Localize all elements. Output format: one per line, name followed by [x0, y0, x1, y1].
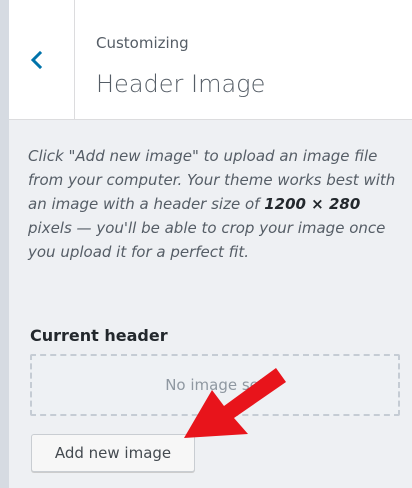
- customizer-header: Customizing Header Image: [0, 0, 412, 120]
- current-header-label: Current header: [30, 326, 168, 345]
- header-size: 1200 × 280: [264, 195, 361, 213]
- chevron-left-icon: [30, 50, 43, 69]
- page-title: Header Image: [96, 70, 266, 98]
- back-button[interactable]: [0, 0, 75, 119]
- annotation-arrow-icon: [184, 368, 286, 438]
- section-description: Click "Add new image" to upload an image…: [28, 144, 398, 264]
- description-part-2: pixels — you'll be able to crop your ima…: [28, 219, 386, 261]
- description-text: Click "Add new image" to upload an image…: [28, 144, 398, 264]
- add-new-image-button[interactable]: Add new image: [31, 434, 195, 472]
- panel-edge: [0, 0, 9, 488]
- breadcrumb: Customizing: [96, 34, 189, 52]
